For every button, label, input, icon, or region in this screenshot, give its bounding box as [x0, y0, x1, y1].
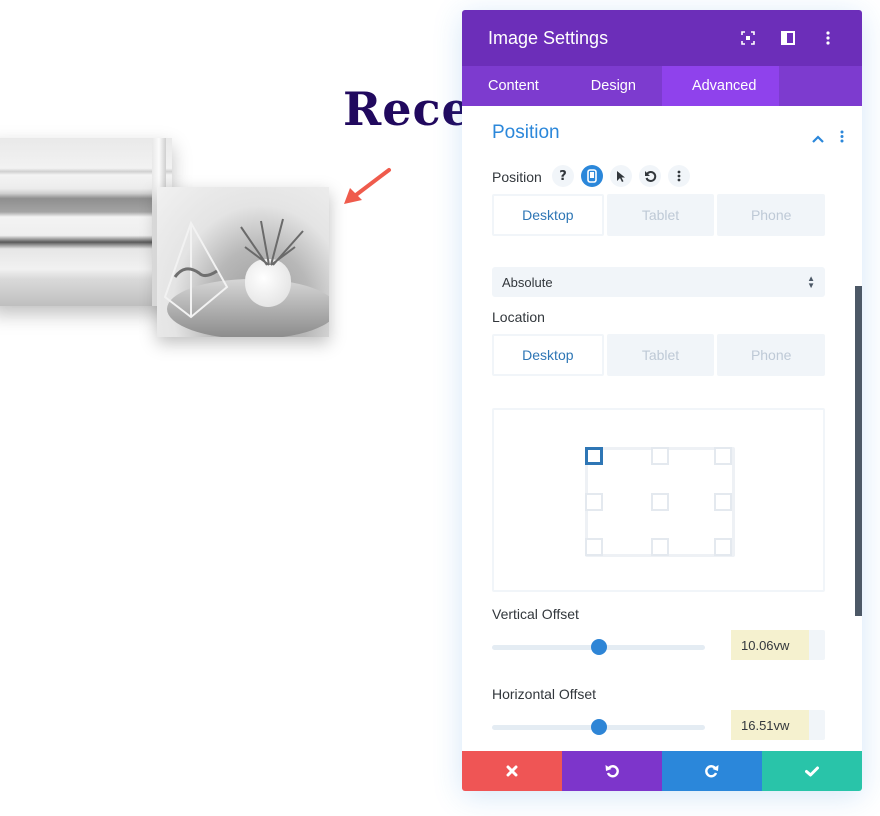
position-select-value: Absolute: [502, 274, 553, 290]
location-bottom-left[interactable]: [585, 538, 603, 556]
undo-icon: [605, 765, 619, 778]
fullscreen-icon[interactable]: [740, 30, 756, 46]
location-top-right[interactable]: [714, 447, 732, 465]
terrarium-shape: [163, 220, 229, 319]
location-device-tabs: Desktop Tablet Phone: [492, 334, 826, 376]
responsive-icon[interactable]: [581, 165, 603, 187]
panel-scrollbar[interactable]: [855, 286, 862, 616]
location-top-center[interactable]: [651, 447, 669, 465]
redo-button[interactable]: [662, 751, 762, 791]
section-more-icon[interactable]: [840, 128, 844, 147]
bookshelf-image[interactable]: [0, 138, 172, 306]
settings-scroll-area: Position Position ? Desktop Tablet Phone…: [462, 106, 862, 751]
page-heading: Rece: [343, 82, 472, 136]
horizontal-offset-label: Horizontal Offset: [492, 686, 597, 702]
location-picker: [492, 408, 825, 592]
position-label: Position: [492, 169, 542, 185]
location-bottom-right[interactable]: [714, 538, 732, 556]
location-tab-phone[interactable]: Phone: [717, 334, 826, 376]
select-arrows-icon: ▲ ▼: [807, 274, 815, 290]
tab-content[interactable]: Content: [462, 66, 565, 106]
tab-design[interactable]: Design: [565, 66, 662, 106]
location-grid: [585, 447, 735, 557]
annotation-arrow-icon: [344, 168, 391, 204]
settings-tabs: Content Design Advanced: [462, 66, 862, 106]
reset-icon[interactable]: [639, 165, 661, 187]
vertical-offset-slider[interactable]: [492, 639, 705, 655]
position-tab-desktop[interactable]: Desktop: [492, 194, 604, 236]
redo-icon: [705, 765, 719, 778]
location-center-right[interactable]: [714, 493, 732, 511]
panel-title: Image Settings: [488, 27, 609, 48]
location-tab-desktop[interactable]: Desktop: [492, 334, 604, 376]
vertical-offset-input[interactable]: 10.06vw: [731, 630, 825, 660]
horizontal-offset-value[interactable]: 16.51vw: [731, 710, 809, 740]
location-center[interactable]: [651, 493, 669, 511]
cancel-button[interactable]: [462, 751, 562, 791]
horizontal-offset-slider[interactable]: [492, 719, 705, 735]
vertical-offset-thumb[interactable]: [590, 639, 607, 655]
vertical-offset-value[interactable]: 10.06vw: [731, 630, 809, 660]
panel-header: Image Settings: [462, 10, 862, 66]
checkmark-icon: [805, 766, 819, 776]
save-button[interactable]: [762, 751, 862, 791]
vertical-offset-label: Vertical Offset: [492, 606, 579, 622]
location-tab-tablet[interactable]: Tablet: [606, 334, 715, 376]
horizontal-offset-input[interactable]: 16.51vw: [731, 710, 825, 740]
plant-leaves: [240, 218, 304, 266]
position-device-tabs: Desktop Tablet Phone: [492, 194, 826, 236]
more-options-icon[interactable]: [820, 30, 836, 46]
chevron-up-icon[interactable]: [812, 128, 824, 147]
horizontal-offset-thumb[interactable]: [590, 719, 607, 735]
location-center-left[interactable]: [585, 493, 603, 511]
position-field-icons: ?: [552, 165, 690, 187]
field-more-icon[interactable]: [668, 165, 690, 187]
help-icon[interactable]: ?: [552, 165, 574, 187]
location-label: Location: [492, 309, 545, 325]
split-view-icon[interactable]: [780, 30, 796, 46]
close-icon: [506, 765, 518, 777]
help-glyph: ?: [559, 168, 567, 184]
image-settings-panel: Image Settings Content Design Advanced P…: [462, 10, 862, 791]
location-top-left[interactable]: [585, 447, 603, 465]
position-tab-phone[interactable]: Phone: [717, 194, 826, 236]
page: Rece Image Settings Content Design Advan…: [0, 0, 880, 816]
air-plant-image[interactable]: [157, 187, 329, 337]
panel-footer: [462, 751, 862, 791]
position-select[interactable]: Absolute ▲ ▼: [492, 267, 825, 297]
section-title-position[interactable]: Position: [492, 122, 560, 144]
location-bottom-center[interactable]: [651, 538, 669, 556]
undo-button[interactable]: [562, 751, 662, 791]
position-tab-tablet[interactable]: Tablet: [606, 194, 715, 236]
tab-advanced[interactable]: Advanced: [661, 66, 779, 106]
hover-cursor-icon[interactable]: [610, 165, 632, 187]
